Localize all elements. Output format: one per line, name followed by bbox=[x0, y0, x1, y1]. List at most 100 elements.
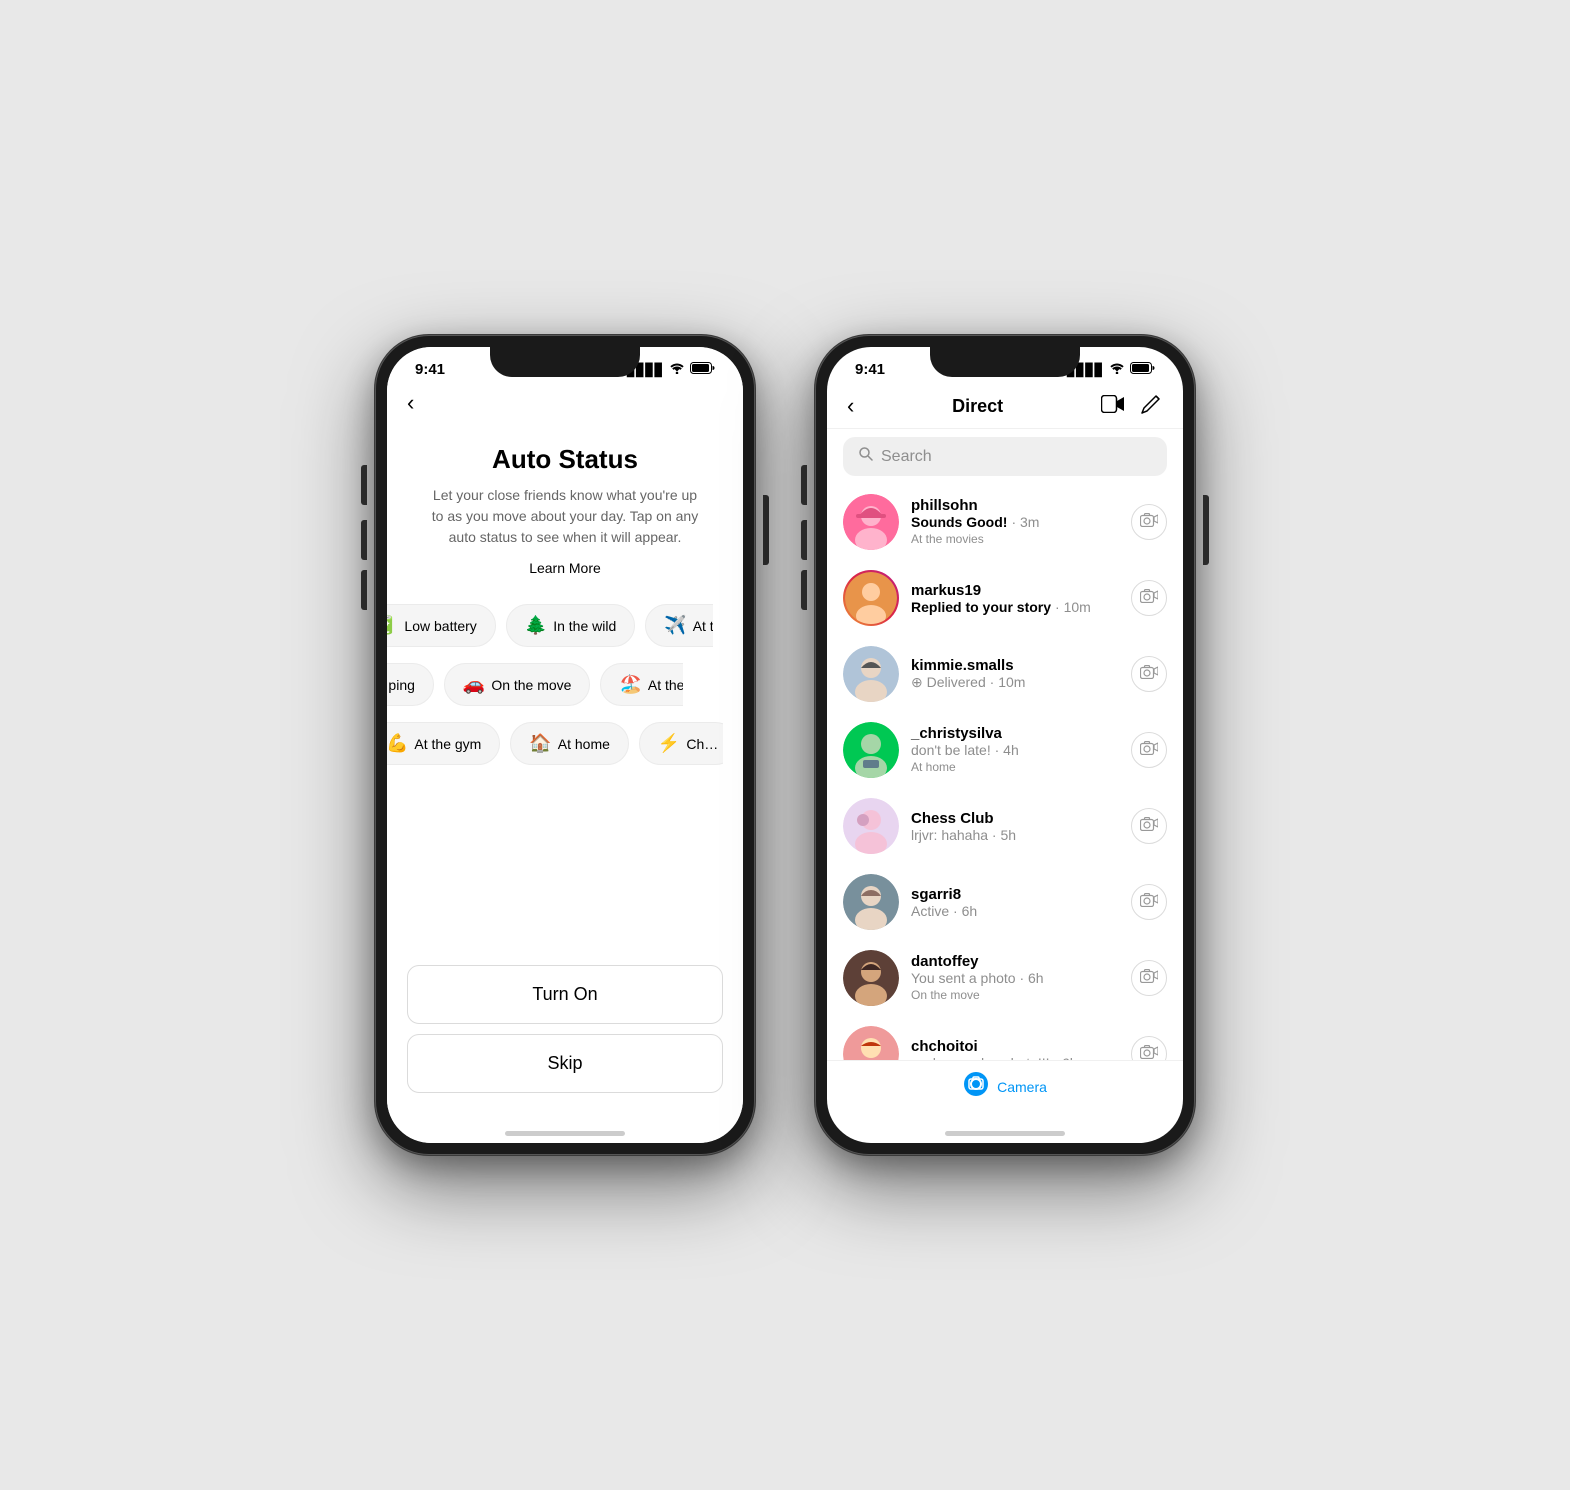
camera-button-christy[interactable] bbox=[1131, 732, 1167, 768]
camera-button-chessclub[interactable] bbox=[1131, 808, 1167, 844]
message-item[interactable]: markus19 Replied to your story · 10m bbox=[827, 560, 1183, 636]
avatar-kimmie bbox=[843, 646, 899, 702]
video-call-icon[interactable] bbox=[1101, 393, 1125, 419]
camera-bar[interactable]: Camera bbox=[827, 1060, 1183, 1123]
camera-button-kimmie[interactable] bbox=[1131, 656, 1167, 692]
msg-preview: Sounds Good! · 3m bbox=[911, 514, 1131, 530]
msg-username: Chess Club bbox=[911, 810, 1131, 827]
message-info-sgarri8: sgarri8 Active · 6h bbox=[911, 886, 1131, 919]
compose-icon[interactable] bbox=[1141, 392, 1163, 420]
camera-icon bbox=[1140, 893, 1158, 912]
msg-status-tag: At the movies bbox=[911, 532, 984, 546]
phone-1: 9:41 ▊▊▊▊ bbox=[375, 335, 755, 1155]
message-info-kimmie: kimmie.smalls ⊕ Delivered · 10m bbox=[911, 657, 1131, 691]
camera-button-dantoffey[interactable] bbox=[1131, 960, 1167, 996]
message-item[interactable]: dantoffey You sent a photo · 6h On the m… bbox=[827, 940, 1183, 1016]
bottom-buttons: Turn On Skip bbox=[387, 949, 743, 1123]
message-item[interactable]: kimmie.smalls ⊕ Delivered · 10m bbox=[827, 636, 1183, 712]
battery-icon bbox=[690, 362, 715, 377]
msg-username: kimmie.smalls bbox=[911, 657, 1131, 674]
home-indicator-2 bbox=[827, 1123, 1183, 1143]
auto-status-screen: 9:41 ▊▊▊▊ bbox=[387, 347, 743, 1143]
pill-on-the-move-label: On the move bbox=[491, 677, 571, 693]
pill-on-the-move[interactable]: 🚗 On the move bbox=[444, 663, 591, 706]
message-info-phillsohn: phillsohn Sounds Good! · 3m At the movie… bbox=[911, 497, 1131, 548]
direct-title: Direct bbox=[952, 396, 1003, 417]
battery-icon-2 bbox=[1130, 362, 1155, 377]
beach-icon: 🏖️ bbox=[619, 674, 641, 695]
message-item[interactable]: _christysilva don't be late! · 4h At hom… bbox=[827, 712, 1183, 788]
pills-container: 🔋 Low battery 🌲 In the wild ✈️ At t… 🛍️ bbox=[387, 596, 743, 949]
avatar-dantoffey bbox=[843, 950, 899, 1006]
message-info-christy: _christysilva don't be late! · 4h At hom… bbox=[911, 725, 1131, 776]
msg-preview: Replied to your story · 10m bbox=[911, 599, 1131, 615]
pill-low-battery[interactable]: 🔋 Low battery bbox=[387, 604, 496, 647]
search-bar[interactable]: Search bbox=[843, 437, 1167, 476]
msg-preview-text: such a purday photo!!! · 6h bbox=[911, 1055, 1078, 1061]
msg-preview-text: You sent a photo · 6h bbox=[911, 970, 1044, 986]
pill-in-the-wild-label: In the wild bbox=[553, 618, 616, 634]
phone-2: 9:41 ▊▊▊▊ bbox=[815, 335, 1195, 1155]
time-2: 9:41 bbox=[855, 361, 885, 378]
message-info-chessclub: Chess Club lrjvr: hahaha · 5h bbox=[911, 810, 1131, 843]
pill-at-home[interactable]: 🏠 At home bbox=[510, 722, 629, 765]
msg-preview: such a purday photo!!! · 6h bbox=[911, 1055, 1131, 1061]
search-placeholder: Search bbox=[881, 448, 932, 466]
message-info-markus19: markus19 Replied to your story · 10m bbox=[911, 582, 1131, 615]
camera-icon bbox=[1140, 817, 1158, 836]
pill-at-airport[interactable]: ✈️ At t… bbox=[645, 604, 713, 647]
wild-icon: 🌲 bbox=[525, 615, 547, 636]
msg-username: _christysilva bbox=[911, 725, 1131, 742]
camera-button-markus19[interactable] bbox=[1131, 580, 1167, 616]
status-icons-2: ▊▊▊▊ bbox=[1067, 362, 1155, 377]
message-item[interactable]: sgarri8 Active · 6h bbox=[827, 864, 1183, 940]
message-item[interactable]: phillsohn Sounds Good! · 3m At the movie… bbox=[827, 484, 1183, 560]
message-info-chchoitoi: chchoitoi such a purday photo!!! · 6h bbox=[911, 1038, 1131, 1061]
direct-back-button[interactable]: ‹ bbox=[847, 393, 854, 419]
avatar-christy bbox=[843, 722, 899, 778]
pill-in-the-wild[interactable]: 🌲 In the wild bbox=[506, 604, 635, 647]
camera-icon bbox=[1140, 1045, 1158, 1061]
low-battery-icon: 🔋 bbox=[387, 615, 398, 636]
avatar-markus19 bbox=[843, 570, 899, 626]
msg-preview-text: Sounds Good! bbox=[911, 514, 1007, 530]
msg-username: phillsohn bbox=[911, 497, 1131, 514]
message-item[interactable]: chchoitoi such a purday photo!!! · 6h bbox=[827, 1016, 1183, 1060]
pill-at-beach[interactable]: 🏖️ At the beac… bbox=[600, 663, 683, 706]
search-icon bbox=[859, 447, 873, 466]
pill-shopping-label: …ping bbox=[387, 677, 415, 693]
home-indicator-1 bbox=[387, 1123, 743, 1143]
wifi-icon bbox=[669, 362, 685, 377]
car-icon: 🚗 bbox=[463, 674, 485, 695]
msg-preview-text: Replied to your story bbox=[911, 599, 1051, 615]
pill-at-gym[interactable]: 💪 At the gym bbox=[387, 722, 500, 765]
camera-icon bbox=[1140, 513, 1158, 532]
camera-bar-label[interactable]: Camera bbox=[997, 1079, 1047, 1095]
pills-row-3: 💪 At the gym 🏠 At home ⚡ Ch… bbox=[387, 714, 723, 773]
pills-row-2: 🛍️ …ping 🚗 On the move 🏖️ At the beac… bbox=[387, 655, 683, 714]
msg-username: chchoitoi bbox=[911, 1038, 1131, 1055]
header-icons bbox=[1101, 392, 1163, 420]
direct-header: ‹ Direct bbox=[827, 382, 1183, 429]
skip-button[interactable]: Skip bbox=[407, 1034, 723, 1093]
turn-on-button[interactable]: Turn On bbox=[407, 965, 723, 1024]
learn-more-link[interactable]: Learn More bbox=[387, 556, 743, 596]
back-button-1[interactable]: ‹ bbox=[387, 382, 743, 424]
pills-row-1: 🔋 Low battery 🌲 In the wild ✈️ At t… bbox=[387, 596, 713, 655]
pill-at-airport-label: At t… bbox=[693, 618, 713, 634]
pill-shopping[interactable]: 🛍️ …ping bbox=[387, 663, 434, 706]
camera-button-sgarri8[interactable] bbox=[1131, 884, 1167, 920]
msg-preview-text: ⊕ Delivered · 10m bbox=[911, 674, 1025, 691]
message-info-dantoffey: dantoffey You sent a photo · 6h On the m… bbox=[911, 953, 1131, 1004]
notch-1 bbox=[490, 347, 640, 377]
pill-charging[interactable]: ⚡ Ch… bbox=[639, 722, 723, 765]
message-item[interactable]: Chess Club lrjvr: hahaha · 5h bbox=[827, 788, 1183, 864]
camera-icon bbox=[1140, 969, 1158, 988]
pill-low-battery-label: Low battery bbox=[404, 618, 476, 634]
msg-username: sgarri8 bbox=[911, 886, 1131, 903]
camera-button-phillsohn[interactable] bbox=[1131, 504, 1167, 540]
camera-button-chchoitoi[interactable] bbox=[1131, 1036, 1167, 1060]
camera-bar-icon bbox=[963, 1071, 989, 1103]
msg-status-tag: On the move bbox=[911, 988, 980, 1002]
direct-screen: 9:41 ▊▊▊▊ bbox=[827, 347, 1183, 1143]
